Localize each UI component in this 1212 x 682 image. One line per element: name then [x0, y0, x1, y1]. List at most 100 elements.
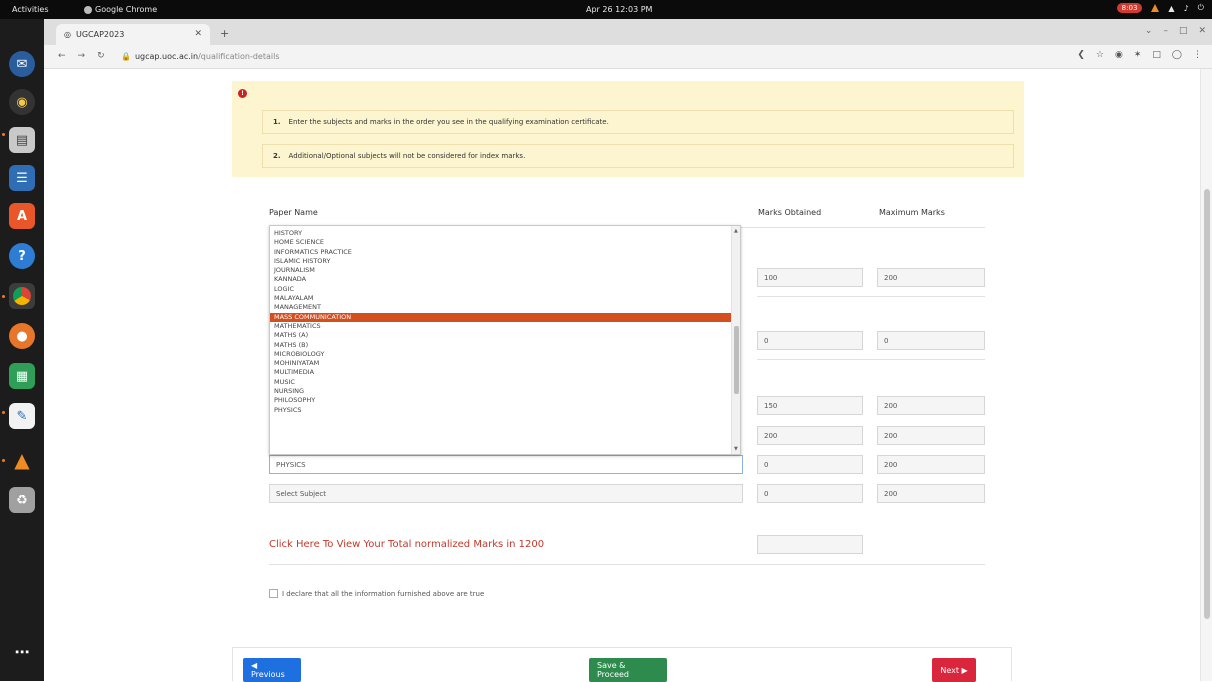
files-icon[interactable]: ▤ [9, 127, 35, 153]
paper-name-select[interactable]: PHYSICS [269, 455, 743, 474]
system-tray[interactable]: 8:03 ▲ ♪ ⏻ [1116, 3, 1204, 13]
software-center-icon[interactable]: A [9, 203, 35, 229]
instruction-item: 2. Additional/Optional subjects will not… [262, 144, 1014, 168]
subject-option[interactable]: MATHS (B) [270, 341, 731, 350]
dropdown-scroll-thumb[interactable] [734, 326, 739, 394]
next-button[interactable]: Next ▶ [932, 658, 976, 682]
subject-option[interactable]: INFORMATICS PRACTICE [270, 248, 731, 257]
header-paper-name: Paper Name [269, 208, 318, 217]
scroll-up-arrow-icon[interactable]: ▲ [734, 228, 738, 234]
app-name: Google Chrome [95, 5, 158, 14]
clock[interactable]: Apr 26 12:03 PM [586, 5, 652, 14]
header-marks-obtained: Marks Obtained [758, 208, 822, 217]
maximum-marks-input[interactable]: 0 [877, 331, 985, 350]
marks-obtained-input[interactable]: 200 [757, 426, 863, 445]
bookmark-star-icon[interactable]: ☆ [1096, 50, 1104, 60]
save-proceed-button[interactable]: Save & Proceed [589, 658, 667, 682]
subject-option[interactable]: MOHINIYATAM [270, 359, 731, 368]
declaration-checkbox[interactable] [269, 589, 278, 598]
subject-option[interactable]: KANNADA [270, 275, 731, 284]
subject-option[interactable]: ISLAMIC HISTORY [270, 257, 731, 266]
subject-option[interactable]: HISTORY [270, 229, 731, 238]
subject-option[interactable]: PHYSICS [270, 406, 731, 415]
maximum-marks-input[interactable]: 200 [877, 484, 985, 503]
minimize-icon[interactable]: – [1163, 26, 1168, 36]
help-icon[interactable]: ? [9, 243, 35, 269]
subject-option[interactable]: MASS COMMUNICATION [270, 312, 731, 322]
puzzle-icon[interactable]: ✶ [1134, 50, 1142, 60]
subject-option[interactable]: MALAYALAM [270, 294, 731, 303]
subject-option[interactable]: PHILOSOPHY [270, 396, 731, 405]
subject-option[interactable]: MANAGEMENT [270, 303, 731, 312]
maximize-icon[interactable]: □ [1179, 26, 1188, 36]
rhythmbox-icon[interactable]: ◉ [9, 89, 35, 115]
forward-icon[interactable]: → [78, 51, 86, 61]
dropdown-scrollbar[interactable]: ▲ ▼ [731, 226, 740, 454]
paper-name-select[interactable]: Select Subject [269, 484, 743, 503]
declaration-label: I declare that all the information furni… [282, 589, 485, 598]
writer-doc-icon[interactable]: ☰ [9, 165, 35, 191]
alert-error-icon: ! [238, 89, 247, 98]
sidepanel-icon[interactable]: □ [1152, 50, 1161, 60]
network-icon[interactable]: ▲ [1168, 4, 1174, 13]
page-scrollbar[interactable] [1200, 69, 1212, 681]
vlc-icon[interactable]: ▲ [9, 447, 35, 473]
firefox-icon[interactable]: ● [9, 323, 35, 349]
maximum-marks-input[interactable]: 200 [877, 426, 985, 445]
close-icon[interactable]: ✕ [194, 29, 202, 39]
lock-icon[interactable]: 🔒 [121, 52, 131, 61]
subject-option[interactable]: MATHEMATICS [270, 322, 731, 331]
declaration-checkbox-row[interactable]: I declare that all the information furni… [269, 589, 484, 598]
scroll-down-arrow-icon[interactable]: ▼ [734, 446, 738, 452]
tab-ugcap[interactable]: ◎ UGCAP2023 ✕ [56, 24, 210, 45]
previous-button[interactable]: ◀ Previous [243, 658, 301, 682]
running-indicator [2, 411, 5, 414]
maximum-marks-input[interactable]: 200 [877, 396, 985, 415]
text-editor-icon[interactable]: ✎ [9, 403, 35, 429]
subject-dropdown-list[interactable]: HISTORY HOME SCIENCE INFORMATICS PRACTICE I… [269, 225, 741, 455]
window-close-icon[interactable]: ✕ [1198, 26, 1206, 36]
tab-search-icon[interactable]: ⌄ [1145, 26, 1153, 36]
subject-option[interactable]: JOURNALISM [270, 266, 731, 275]
marks-obtained-input[interactable]: 150 [757, 396, 863, 415]
chrome-dock-icon[interactable] [9, 283, 35, 309]
subject-option[interactable]: NURSING [270, 387, 731, 396]
maximum-marks-input[interactable]: 200 [877, 268, 985, 287]
subject-option[interactable]: MATHS (A) [270, 331, 731, 340]
trash-icon[interactable]: ♻ [9, 487, 35, 513]
thunderbird-icon[interactable]: ✉ [9, 51, 35, 77]
marks-obtained-input[interactable]: 0 [757, 484, 863, 503]
calc-spreadsheet-icon[interactable]: ▦ [9, 363, 35, 389]
subject-option[interactable]: MICROBIOLOGY [270, 350, 731, 359]
view-total-marks-link[interactable]: Click Here To View Your Total normalized… [269, 539, 544, 550]
marks-obtained-input[interactable]: 0 [757, 455, 863, 474]
url-domain: ugcap.uoc.ac.in [134, 52, 199, 61]
share-icon[interactable]: ❮ [1077, 50, 1085, 60]
reload-icon[interactable]: ↻ [97, 51, 105, 61]
profile-avatar-icon[interactable]: ◯ [1172, 50, 1182, 60]
subject-option[interactable]: MUSIC [270, 378, 731, 387]
browser-tab-bar: ◎ UGCAP2023 ✕ + ⌄ – □ ✕ [44, 19, 1212, 45]
app-menu[interactable]: Google Chrome [84, 5, 157, 14]
marks-obtained-input[interactable]: 100 [757, 268, 863, 287]
header-maximum-marks: Maximum Marks [879, 208, 945, 217]
maximum-marks-input[interactable]: 200 [877, 455, 985, 474]
activities-button[interactable]: Activities [12, 5, 49, 14]
new-tab-button[interactable]: + [220, 27, 229, 40]
marks-obtained-input[interactable]: 0 [757, 331, 863, 350]
subject-option[interactable]: HOME SCIENCE [270, 238, 731, 247]
subject-option[interactable]: LOGIC [270, 285, 731, 294]
power-icon[interactable]: ⏻ [1198, 3, 1204, 13]
menu-kebab-icon[interactable]: ⋮ [1193, 50, 1202, 60]
url-field[interactable]: 🔒 ugcap.uoc.ac.in/qualification-details [121, 52, 280, 61]
volume-icon[interactable]: ♪ [1184, 4, 1189, 13]
vlc-tray-icon[interactable] [1151, 4, 1160, 12]
extension-icon[interactable]: ◉ [1115, 50, 1123, 60]
page-scroll-thumb[interactable] [1204, 189, 1210, 619]
recording-indicator[interactable]: 8:03 [1116, 3, 1143, 13]
back-icon[interactable]: ← [58, 51, 66, 61]
divider [757, 359, 985, 360]
subject-option[interactable]: MULTIMEDIA [270, 368, 731, 377]
instruction-item: 1. Enter the subjects and marks in the o… [262, 110, 1014, 134]
show-apps-grid-icon[interactable]: ⋯ [9, 639, 35, 665]
